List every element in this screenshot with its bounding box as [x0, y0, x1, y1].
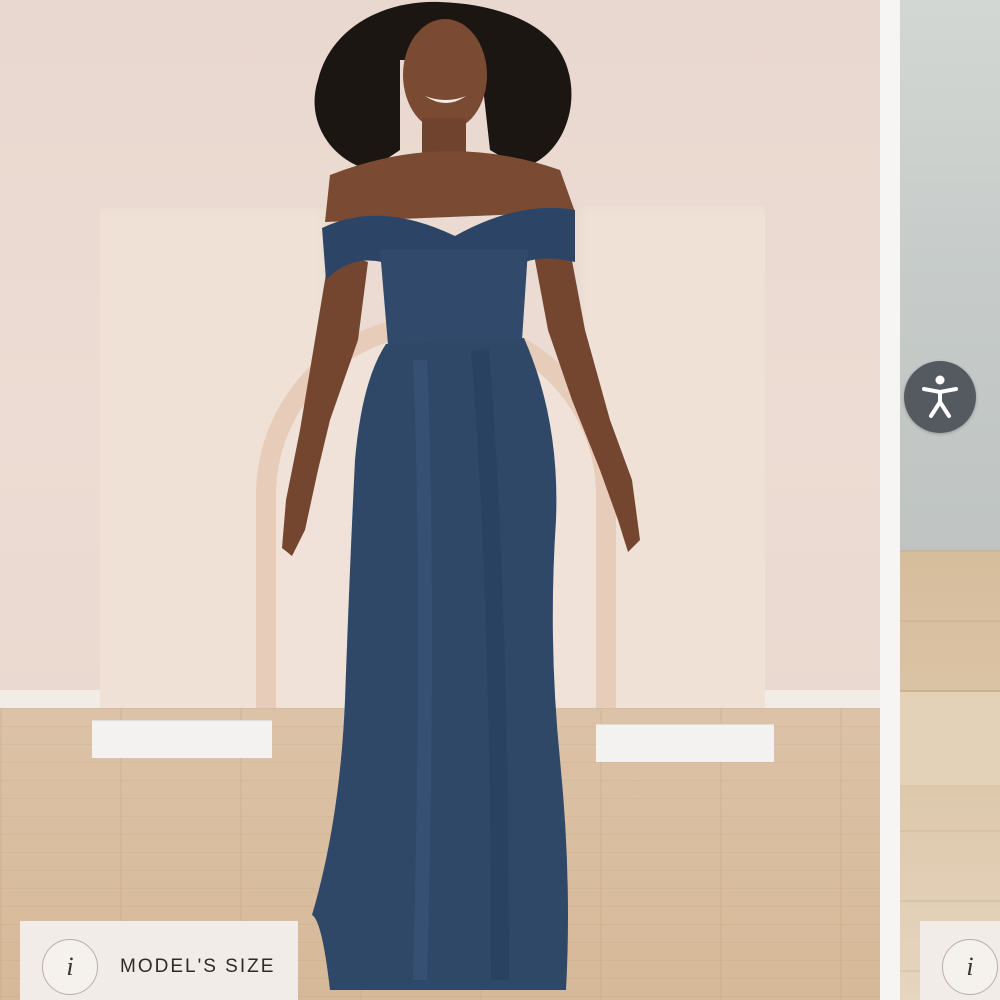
models-size-badge[interactable]: i MODEL'S SIZE: [20, 921, 298, 1000]
info-icon[interactable]: i: [42, 939, 98, 995]
model-photo: [282, 1, 640, 990]
gallery-slide-next-preview[interactable]: [900, 0, 1000, 1000]
model-face: [403, 19, 487, 131]
next-slide-size-badge[interactable]: i: [920, 921, 1000, 1000]
next-slide-wall: [900, 0, 1000, 560]
next-slide-step: [900, 690, 1000, 785]
slide-divider: [880, 0, 900, 1000]
info-icon[interactable]: i: [942, 939, 998, 995]
gallery-slide-current[interactable]: i MODEL'S SIZE: [0, 0, 880, 1000]
accessibility-button[interactable]: [904, 361, 976, 433]
dress-skirt: [312, 338, 568, 990]
dress-bodice: [380, 250, 528, 345]
accessibility-person-icon: [922, 375, 958, 418]
models-size-label: MODEL'S SIZE: [120, 956, 276, 977]
product-image-carousel[interactable]: i MODEL'S SIZE i: [0, 0, 1000, 1000]
